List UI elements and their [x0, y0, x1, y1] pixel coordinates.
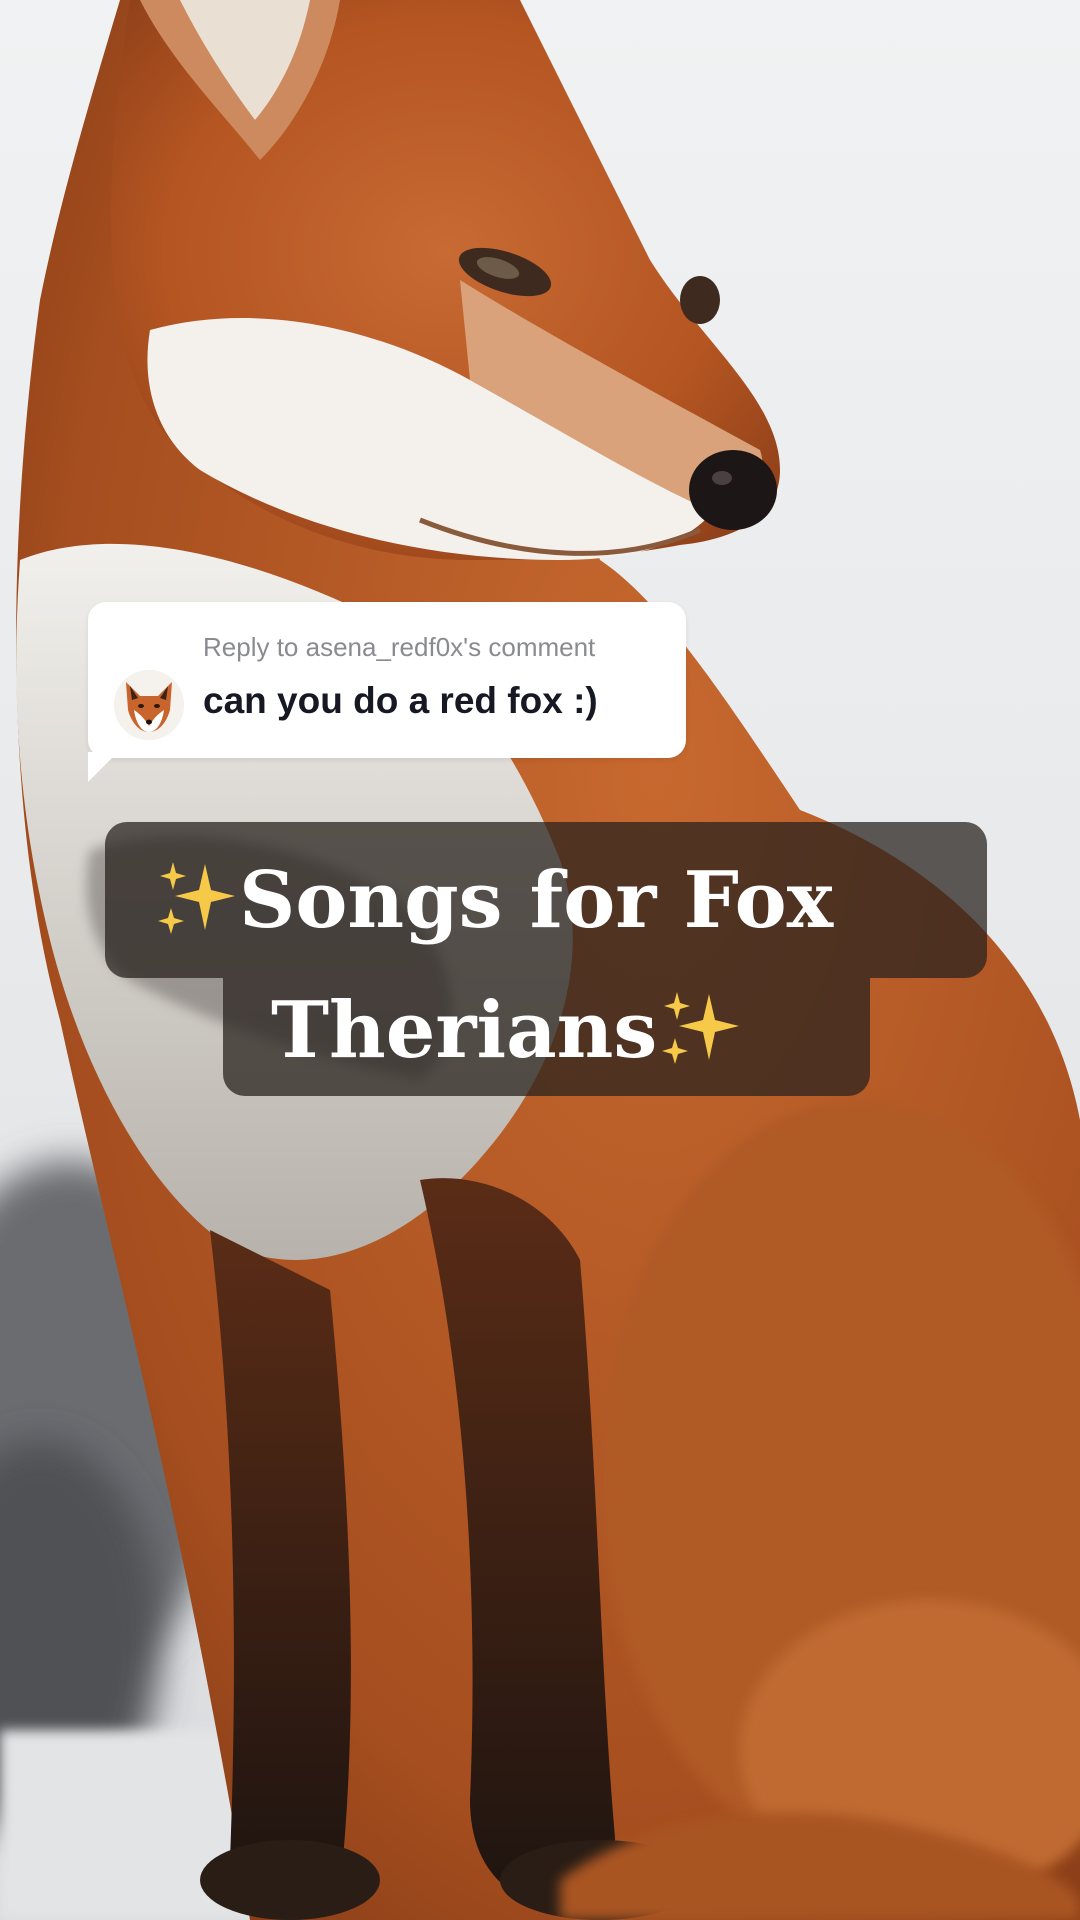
caption-line-2: Therians: [223, 978, 870, 1096]
reply-comment-text: can you do a red fox :): [203, 680, 598, 721]
reply-header: Reply to asena_redf0x's comment: [203, 632, 596, 662]
caption-line-1: Songs for Fox: [105, 822, 987, 978]
reply-bubble-tail: [88, 752, 118, 782]
sparkles-icon: [153, 856, 239, 942]
reply-comment-sticker[interactable]: Reply to asena_redf0x's comment can you …: [88, 602, 686, 782]
fox-avatar-icon: [114, 670, 184, 740]
caption-text-line-1: Songs for Fox: [239, 855, 834, 946]
sparkles-icon: [657, 986, 743, 1072]
video-frame: Reply to asena_redf0x's comment can you …: [0, 0, 1080, 1920]
caption-text-line-2: Therians: [271, 985, 658, 1076]
